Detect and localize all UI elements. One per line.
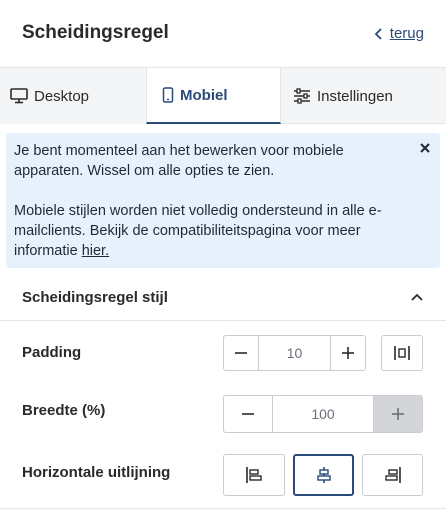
sliders-icon [294,88,310,104]
monitor-icon [10,88,28,104]
notice-text-1: Je bent momenteel aan het bewerken voor … [14,143,344,179]
panel-header: Scheidingsregel terug [0,0,446,68]
tab-desktop[interactable]: Desktop [0,68,146,124]
padding-increment-button[interactable] [331,336,365,370]
notice-text-2: Mobiele stijlen worden niet volledig ond… [14,201,410,261]
close-icon[interactable] [418,141,432,155]
chevron-left-icon [374,27,382,40]
align-left-button[interactable] [223,454,285,496]
padding-mode-button[interactable] [381,335,423,371]
back-link-label: terug [389,25,424,42]
minus-icon [235,352,247,354]
view-tabs: Desktop Mobiel Instellingen [0,68,446,124]
alignment-label: Horizontale uitlijning [22,464,171,481]
align-center-button[interactable] [293,454,354,496]
tab-mobile-label: Mobiel [180,86,228,104]
mobile-edit-notice: Je bent momenteel aan het bewerken voor … [6,133,440,268]
plus-icon [392,408,404,420]
section-title: Scheidingsregel stijl [22,289,168,306]
tab-mobile[interactable]: Mobiel [146,68,281,124]
align-right-icon [384,467,401,483]
padding-decrement-button[interactable] [224,336,258,370]
chevron-up-icon[interactable] [410,292,424,302]
padding-value[interactable]: 10 [258,336,331,370]
tab-settings-label: Instellingen [317,87,393,105]
divider [0,508,446,509]
width-label: Breedte (%) [22,402,106,419]
mobile-icon [162,87,174,103]
notice-text-2-body: Mobiele stijlen worden niet volledig ond… [14,203,382,259]
panel-title: Scheidingsregel [22,22,169,43]
align-right-button[interactable] [362,454,423,496]
width-decrement-button[interactable] [224,396,272,432]
plus-icon [342,347,354,359]
tab-settings[interactable]: Instellingen [281,68,446,124]
align-center-icon [316,467,331,483]
width-increment-button[interactable] [374,396,422,432]
width-stepper: 100 [223,395,423,433]
back-link[interactable]: terug [374,25,424,42]
padding-sides-icon [394,346,410,360]
section-header[interactable]: Scheidingsregel stijl [0,276,446,321]
compatibility-link[interactable]: hier. [82,243,109,259]
align-left-icon [246,467,262,483]
padding-stepper: 10 [223,335,366,371]
width-value[interactable]: 100 [272,396,374,432]
padding-label: Padding [22,344,82,361]
tab-desktop-label: Desktop [34,87,90,105]
minus-icon [242,413,254,415]
